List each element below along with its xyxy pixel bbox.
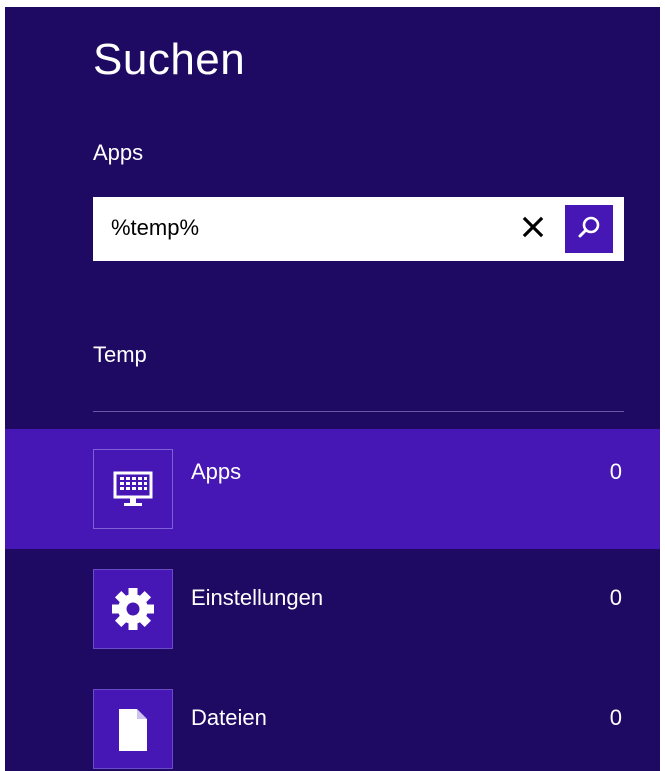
result-category-count: 0 <box>609 585 622 610</box>
divider <box>93 411 624 412</box>
search-box <box>93 197 624 261</box>
magnifier-icon <box>576 214 602 245</box>
pane-title: Suchen <box>93 35 246 84</box>
search-submit-button[interactable] <box>565 205 613 253</box>
search-charm-pane: Suchen Apps Temp <box>0 0 665 771</box>
apps-monitor-icon <box>93 449 173 529</box>
results-heading: Temp <box>93 342 147 367</box>
result-category-files[interactable]: Dateien 0 <box>5 687 660 771</box>
result-category-label: Apps <box>191 459 242 484</box>
result-category-label: Dateien <box>191 705 267 730</box>
gear-icon <box>93 569 173 649</box>
result-category-count: 0 <box>609 705 622 730</box>
file-icon <box>93 689 173 769</box>
search-input[interactable] <box>111 211 511 245</box>
clear-search-button[interactable] <box>511 207 555 251</box>
result-category-settings[interactable]: Einstellungen 0 <box>5 567 660 657</box>
close-icon <box>522 216 544 243</box>
result-category-label: Einstellungen <box>191 585 324 610</box>
result-category-apps[interactable]: Apps 0 <box>5 429 660 549</box>
search-scope-label[interactable]: Apps <box>93 140 143 166</box>
result-category-count: 0 <box>609 459 622 484</box>
